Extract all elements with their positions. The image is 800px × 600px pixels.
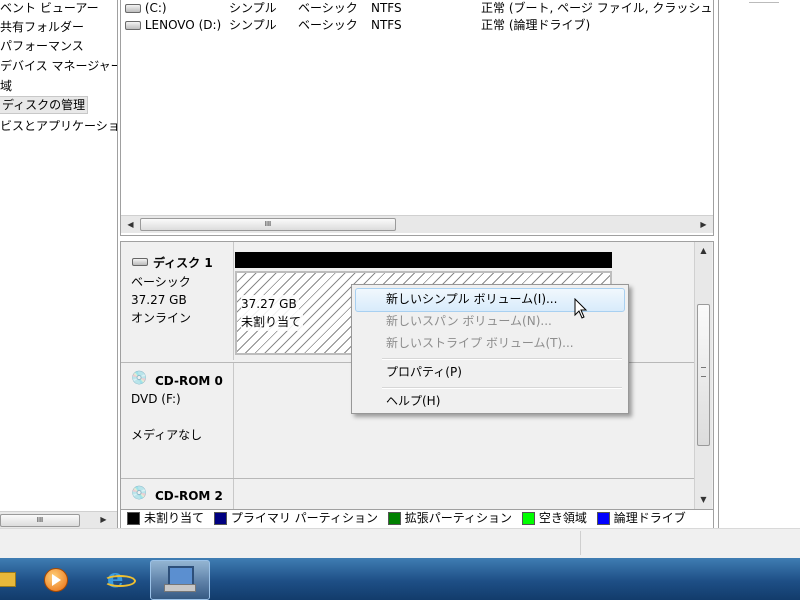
scroll-up-icon[interactable]: ▲ [696, 243, 711, 258]
menu-separator [382, 387, 622, 389]
menu-new-striped-volume[interactable]: 新しいストライプ ボリューム(T)... [386, 334, 574, 352]
tree-item-event-viewer[interactable]: ベント ビューアー [0, 0, 99, 16]
menu-help[interactable]: ヘルプ(H) [386, 392, 440, 410]
disk-icon [132, 258, 148, 266]
tree-item-shared-folders[interactable]: 共有フォルダー [0, 19, 84, 35]
console-tree: ベント ビューアー 共有フォルダー パフォーマンス デバイス マネージャー 域 … [0, 0, 118, 528]
volume-type: ベーシック [298, 1, 358, 15]
legend-label: 拡張パーティション [404, 511, 513, 525]
cdrom2-label[interactable]: 💿 CD-ROM 2 [121, 479, 234, 512]
taskbar: e [0, 558, 800, 600]
legend-label: 未割り当て [144, 511, 205, 525]
tree-hscrollbar[interactable]: III ▶ [0, 511, 117, 528]
volume-layout: シンプル [229, 18, 277, 32]
volume-type: ベーシック [298, 18, 358, 32]
tree-item-disk-management[interactable]: ディスクの管理 [0, 96, 89, 114]
disk-vscrollbar[interactable]: ▲ ▼ [694, 242, 712, 510]
media-player-icon[interactable] [40, 560, 74, 598]
tree-item-storage[interactable]: 域 [0, 78, 12, 94]
volume-row[interactable]: LENOVO (D:) [125, 17, 221, 33]
volume-status: 正常 (論理ドライブ) [481, 18, 591, 32]
status-divider [580, 531, 581, 555]
legend: 未割り当て プライマリ パーティション 拡張パーティション 空き領域 論理ドライ… [120, 509, 714, 530]
legend-swatch [127, 512, 140, 525]
menu-separator [382, 358, 622, 360]
volume-fs: NTFS [371, 1, 402, 15]
volume-list: (C:) シンプル ベーシック NTFS 正常 (ブート, ページ ファイル, … [120, 0, 714, 236]
volume-hscrollbar[interactable]: ◀ III ▶ [121, 215, 713, 233]
disk1-label[interactable]: ディスク 1 ベーシック 37.27 GB オンライン [121, 242, 234, 360]
disk-type: ベーシック [131, 275, 191, 289]
menu-new-spanned-volume[interactable]: 新しいスパン ボリューム(N)... [386, 312, 552, 330]
legend-swatch [387, 512, 401, 525]
volume-fs: NTFS [371, 18, 402, 32]
legend-swatch [596, 512, 610, 525]
legend-swatch [213, 512, 227, 525]
disk-state: オンライン [131, 311, 192, 325]
volume-name: LENOVO (D:) [144, 18, 222, 32]
mouse-cursor-icon [574, 298, 588, 319]
unallocated-bar [235, 252, 612, 268]
scroll-left-icon[interactable]: ◀ [123, 217, 138, 232]
volume-row[interactable]: (C:) [125, 0, 167, 16]
disk-title: ディスク 1 [153, 256, 213, 270]
drive-icon [125, 21, 141, 30]
cdrom-icon: 💿 [131, 486, 148, 501]
scroll-down-icon[interactable]: ▼ [696, 492, 711, 507]
internet-explorer-icon[interactable]: e [100, 560, 140, 598]
menu-properties[interactable]: プロパティ(P) [386, 363, 462, 381]
cdrom0-label[interactable]: 💿 CD-ROM 0 DVD (F:) メディアなし [121, 363, 234, 478]
legend-label: 論理ドライブ [613, 511, 686, 525]
drive-icon [125, 4, 141, 13]
grip-icon [701, 367, 706, 377]
menu-new-simple-volume[interactable]: 新しいシンプル ボリューム(I)... [386, 290, 557, 308]
actions-pane [718, 0, 800, 528]
explorer-icon[interactable] [0, 560, 16, 598]
volume-status: 正常 (ブート, ページ ファイル, クラッシュ [481, 1, 713, 15]
volume-hscroll-thumb[interactable]: III [140, 218, 396, 231]
tree-item-device-manager[interactable]: デバイス マネージャー [0, 58, 117, 74]
tree-item-performance[interactable]: パフォーマンス [0, 38, 84, 54]
legend-label: プライマリ パーティション [230, 511, 378, 525]
partition-state: 未割り当て [241, 313, 304, 331]
tree-scroll-right-icon[interactable]: ▶ [96, 512, 111, 527]
disk-title: CD-ROM 2 [155, 489, 223, 503]
legend-label: 空き領域 [538, 511, 587, 525]
disk-title: CD-ROM 0 [155, 374, 223, 388]
actions-header [749, 0, 779, 3]
tree-hscroll-thumb[interactable]: III [0, 514, 80, 527]
legend-swatch [521, 512, 535, 525]
cdrom-drive: DVD (F:) [131, 392, 181, 406]
tree-item-services-apps[interactable]: ビスとアプリケーショ [0, 118, 117, 134]
status-bar [0, 528, 800, 559]
cdrom-icon: 💿 [131, 371, 148, 386]
computer-management-icon[interactable] [150, 560, 210, 600]
scroll-right-icon[interactable]: ▶ [696, 217, 711, 232]
disk-size: 37.27 GB [131, 293, 187, 307]
disk-vscroll-thumb[interactable] [697, 304, 710, 446]
cdrom-media: メディアなし [131, 428, 203, 442]
partition-size: 37.27 GB [241, 295, 299, 313]
volume-name: (C:) [144, 1, 167, 15]
volume-layout: シンプル [229, 1, 277, 15]
